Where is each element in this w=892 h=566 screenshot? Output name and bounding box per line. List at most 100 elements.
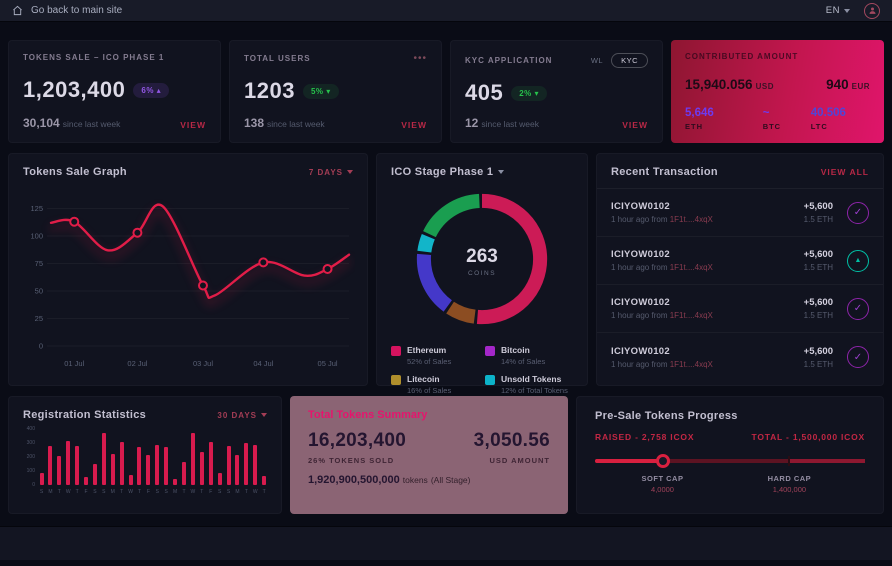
- registration-bar[interactable]: W: [66, 429, 71, 485]
- registration-bar[interactable]: F: [84, 429, 89, 485]
- tokens-sale-graph-card: Tokens Sale Graph 7 DAYS 025507510012501…: [8, 153, 368, 386]
- line-chart-point[interactable]: [199, 282, 207, 290]
- registration-bar[interactable]: S: [217, 429, 222, 485]
- summary-title: Total Tokens Summary: [308, 409, 550, 421]
- usd-amount-caption: USD AMOUNT: [474, 456, 550, 465]
- registration-bar[interactable]: T: [57, 429, 62, 485]
- kyc-toggle[interactable]: KYC: [611, 53, 648, 68]
- slider-knob[interactable]: [656, 454, 670, 468]
- registration-bar[interactable]: M: [235, 429, 240, 485]
- ico-stage-card: ICO Stage Phase 1 263 COINS Ethereum52% …: [376, 153, 588, 386]
- svg-text:100: 100: [30, 232, 43, 241]
- kyc-badge: 2% ▾: [511, 86, 547, 101]
- registration-bar[interactable]: W: [128, 429, 133, 485]
- view-all-button[interactable]: VIEW ALL: [821, 167, 869, 177]
- more-options-icon[interactable]: •••: [413, 53, 427, 64]
- registration-bar[interactable]: S: [101, 429, 106, 485]
- line-chart-point[interactable]: [324, 265, 332, 273]
- usd-amount-block: 3,050.56 USD AMOUNT: [474, 430, 550, 465]
- user-avatar[interactable]: [864, 3, 880, 19]
- legend-item-bitcoin: Bitcoin14% of Sales: [485, 345, 573, 366]
- svg-text:0: 0: [39, 342, 43, 351]
- registration-bar[interactable]: M: [110, 429, 115, 485]
- home-icon: [12, 5, 23, 16]
- ltc-amount: 40.506LTC: [811, 107, 870, 131]
- registration-bar[interactable]: T: [119, 429, 124, 485]
- registration-bar[interactable]: S: [226, 429, 231, 485]
- transaction-row[interactable]: ICIYOW01021 hour ago from 1F1t....4xqX+5…: [597, 237, 883, 285]
- legend-swatch: [391, 375, 401, 385]
- registration-bar[interactable]: T: [75, 429, 80, 485]
- ico-stage-dropdown[interactable]: ICO Stage Phase 1: [391, 166, 504, 178]
- wl-toggle[interactable]: WL: [591, 56, 603, 65]
- legend-swatch: [485, 375, 495, 385]
- chevron-down-icon: [261, 413, 267, 417]
- topbar-right: EN: [826, 3, 880, 19]
- usd-amount-value: 3,050.56: [474, 430, 550, 452]
- transaction-row[interactable]: ICIYOW01021 hour ago from 1F1t....4xqX+5…: [597, 333, 883, 381]
- registration-range-dropdown[interactable]: 30 DAYS: [217, 411, 267, 420]
- line-chart-point[interactable]: [259, 258, 267, 266]
- kyc-view-button[interactable]: VIEW: [622, 120, 648, 130]
- registration-bar[interactable]: T: [262, 429, 267, 485]
- coins-count: 263: [466, 246, 498, 268]
- registration-bar[interactable]: T: [199, 429, 204, 485]
- registration-bar[interactable]: T: [137, 429, 142, 485]
- svg-text:05 Jul: 05 Jul: [318, 359, 338, 368]
- registration-bar[interactable]: W: [190, 429, 195, 485]
- transaction-row[interactable]: ICIYOW01021 hour ago from 1F1t....4xqX+5…: [597, 189, 883, 237]
- registration-bar[interactable]: S: [164, 429, 169, 485]
- chevron-down-icon: [498, 170, 504, 174]
- total-label: TOTAL - 1,500,000 ICOX: [752, 432, 866, 442]
- dashboard-main: TOKENS SALE – ICO PHASE 1 1,203,400 6% ▴…: [0, 22, 892, 514]
- line-chart-point[interactable]: [70, 218, 78, 226]
- check-circle-icon[interactable]: ✓: [847, 298, 869, 320]
- legend-item-unsold-tokens: Unsold Tokens12% of Total Tokens: [485, 374, 573, 395]
- total-tokens-summary-card: Total Tokens Summary 16,203,400 26% TOKE…: [290, 396, 568, 514]
- tokens-sale-view-button[interactable]: VIEW: [180, 120, 206, 130]
- total-users-value: 1203: [244, 78, 295, 104]
- svg-text:02 Jul: 02 Jul: [127, 359, 147, 368]
- svg-text:04 Jul: 04 Jul: [253, 359, 273, 368]
- contributed-title: CONTRIBUTED AMOUNT: [685, 52, 798, 61]
- registration-bar[interactable]: F: [208, 429, 213, 485]
- recent-transactions-card: Recent Transaction VIEW ALL ICIYOW01021 …: [596, 153, 884, 386]
- coins-label: COINS: [468, 270, 496, 277]
- donut-legend: Ethereum52% of SalesBitcoin14% of SalesL…: [391, 345, 573, 395]
- total-users-badge: 5% ▾: [303, 84, 339, 99]
- total-users-view-button[interactable]: VIEW: [401, 120, 427, 130]
- registration-bar[interactable]: S: [39, 429, 44, 485]
- check-circle-icon[interactable]: ✓: [847, 346, 869, 368]
- tokens-sale-line-chart: 025507510012501 Jul02 Jul03 Jul04 Jul05 …: [23, 178, 355, 376]
- tokens-sale-badge: 6% ▴: [133, 83, 169, 98]
- tokens-sale-delta: 30,104since last week: [23, 116, 120, 130]
- check-circle-icon[interactable]: ✓: [847, 202, 869, 224]
- tokens-sold-caption: 26% TOKENS SOLD: [308, 456, 406, 465]
- language-label: EN: [826, 5, 840, 16]
- total-users-card: TOTAL USERS ••• 1203 5% ▾ 138since last …: [229, 40, 442, 143]
- registration-bar[interactable]: T: [182, 429, 187, 485]
- language-selector[interactable]: EN: [826, 5, 850, 16]
- registration-bar[interactable]: S: [92, 429, 97, 485]
- eur-amount: 940EUR: [826, 77, 870, 92]
- transaction-row[interactable]: ICIYOW01021 hour ago from 1F1t....4xqX+5…: [597, 285, 883, 333]
- line-chart-point[interactable]: [133, 229, 141, 237]
- legend-swatch: [391, 346, 401, 356]
- registration-bar[interactable]: S: [155, 429, 160, 485]
- registration-bar[interactable]: W: [253, 429, 258, 485]
- hard-cap-tick: [788, 456, 790, 466]
- tokens-sale-value: 1,203,400: [23, 77, 125, 103]
- back-to-main-site-link[interactable]: Go back to main site: [12, 5, 122, 16]
- hard-cap-marker: HARD CAP 1,400,000: [768, 474, 812, 494]
- graph-range-dropdown[interactable]: 7 DAYS: [309, 168, 353, 177]
- registration-bar[interactable]: F: [146, 429, 151, 485]
- arrow-up-circle-icon[interactable]: ▲: [847, 250, 869, 272]
- kyc-title: KYC APPLICATION: [465, 56, 552, 65]
- registration-bar-chart: 4003002001000 SMTWTFSSMTWTFSSMTWTFSSMTWT: [23, 429, 267, 501]
- legend-swatch: [485, 346, 495, 356]
- registration-bar[interactable]: M: [173, 429, 178, 485]
- back-label: Go back to main site: [31, 5, 122, 16]
- registration-bar[interactable]: M: [48, 429, 53, 485]
- registration-bar[interactable]: T: [244, 429, 249, 485]
- soft-cap-marker: SOFT CAP 4,0000: [642, 474, 684, 494]
